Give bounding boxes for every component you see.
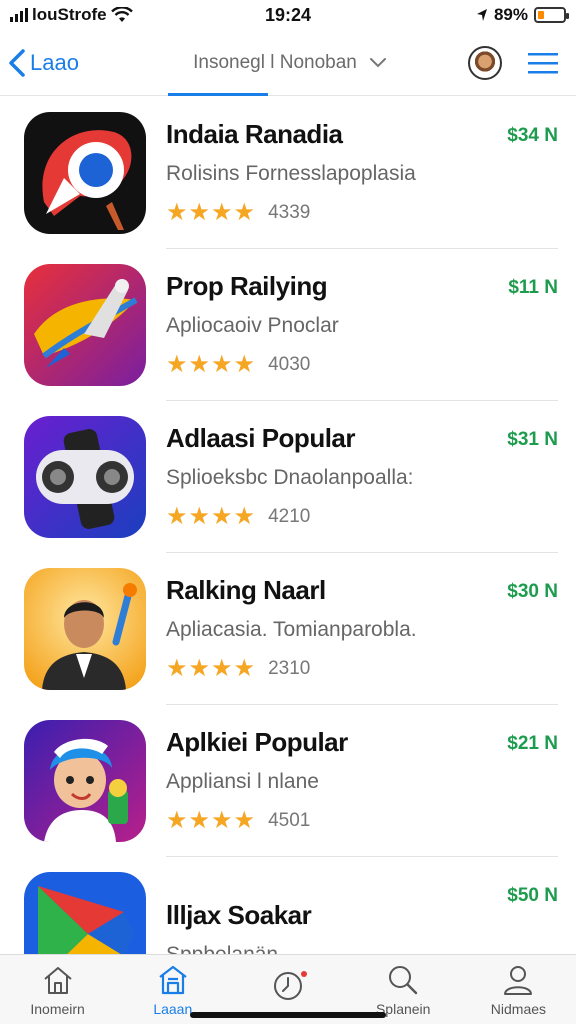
clock-icon xyxy=(274,972,302,1000)
wifi-icon xyxy=(110,7,133,22)
price-button[interactable]: $21 N xyxy=(507,733,558,755)
list-item[interactable]: Adlaasi Popular Splioeksbc Dnaolanpoalla… xyxy=(0,401,576,553)
star-rating: ★★★★ xyxy=(166,503,257,530)
back-label: Laao xyxy=(30,49,79,75)
status-bar: louStrofe 19:24 89% xyxy=(0,0,576,30)
cartoon-icon xyxy=(24,720,146,842)
tab-bar: Inomeirn Laaan Splanein Nidmaes xyxy=(0,954,576,1024)
app-subtitle: Apliocaoiv Pnoclar xyxy=(166,314,339,337)
star-rating: ★★★★ xyxy=(166,351,257,378)
app-subtitle: Apliacasia. Tomianparobla. xyxy=(166,618,417,641)
list-item[interactable]: Aplkiei Popular Appliansi l nlane ★★★★ 4… xyxy=(0,705,576,857)
avatar[interactable] xyxy=(468,45,502,80)
category-selector[interactable]: Insonegl l Nonoban xyxy=(150,52,430,74)
rating-count: 4501 xyxy=(268,809,311,831)
nav-underline xyxy=(168,93,268,96)
star-rating: ★★★★ xyxy=(166,655,257,682)
tab-home[interactable]: Inomeirn xyxy=(0,955,115,1024)
nav-header: Laao Insonegl l Nonoban xyxy=(0,30,576,96)
price-button[interactable]: $34 N xyxy=(507,125,558,147)
star-rating: ★★★★ xyxy=(166,807,257,834)
store-icon xyxy=(159,965,187,994)
list-item[interactable]: Indaia Ranadia Rolisins Fornesslapoplasi… xyxy=(0,97,576,249)
tab-label: Laaan xyxy=(153,1000,193,1017)
search-icon xyxy=(389,965,418,994)
gamepad-icon xyxy=(24,416,146,538)
tab-profile[interactable]: Nidmaes xyxy=(461,955,576,1024)
app-name: Prop Railying xyxy=(166,271,328,301)
location-icon xyxy=(476,9,487,21)
home-indicator xyxy=(190,1012,386,1018)
back-button[interactable]: Laao xyxy=(0,48,150,78)
app-list: Indaia Ranadia Rolisins Fornesslapoplasi… xyxy=(0,97,576,1009)
chrome-bird-icon xyxy=(24,112,146,234)
list-item[interactable]: Ralking Naarl Apliacasia. Tomianparobla.… xyxy=(0,553,576,705)
list-item[interactable]: Prop Railying Apliocaoiv Pnoclar ★★★★ 40… xyxy=(0,249,576,401)
app-name: llljax Soakar xyxy=(166,899,312,930)
battery-percent: 89% xyxy=(493,5,528,24)
rating-count: 4339 xyxy=(268,201,311,223)
tab-label: Inomeirn xyxy=(30,1000,85,1017)
battery-icon xyxy=(534,7,569,23)
nav-title: Insonegl l Nonoban xyxy=(193,51,357,73)
price-button[interactable]: $11 N xyxy=(508,277,558,299)
signal-icon xyxy=(10,8,28,22)
profile-icon xyxy=(504,965,533,995)
app-subtitle: Rolisins Fornesslapoplasia xyxy=(166,162,416,185)
app-name: Adlaasi Popular xyxy=(166,423,356,453)
price-button[interactable]: $30 N xyxy=(507,581,558,603)
tab-label: Nidmaes xyxy=(490,1000,547,1017)
carrier-label: louStrofe xyxy=(32,5,107,24)
notification-dot xyxy=(271,969,307,1006)
home-icon xyxy=(43,966,72,994)
rating-count: 4030 xyxy=(268,353,311,375)
app-name: Indaia Ranadia xyxy=(166,119,343,149)
portrait-icon xyxy=(24,568,146,690)
rating-count: 2310 xyxy=(268,657,311,679)
menu-icon[interactable] xyxy=(528,51,558,75)
app-subtitle: Splioeksbc Dnaolanpoalla: xyxy=(166,466,414,489)
price-button[interactable]: $50 N xyxy=(507,885,558,907)
app-name: Aplkiei Popular xyxy=(166,727,348,757)
app-name: Ralking Naarl xyxy=(166,575,326,605)
chevron-down-icon xyxy=(369,57,386,67)
star-rating: ★★★★ xyxy=(166,199,257,226)
app-subtitle: Appliansi l nlane xyxy=(166,770,319,793)
price-button[interactable]: $31 N xyxy=(507,429,558,451)
chevron-left-icon xyxy=(9,48,25,77)
rating-count: 4210 xyxy=(268,505,311,527)
rocket-icon xyxy=(24,264,146,386)
